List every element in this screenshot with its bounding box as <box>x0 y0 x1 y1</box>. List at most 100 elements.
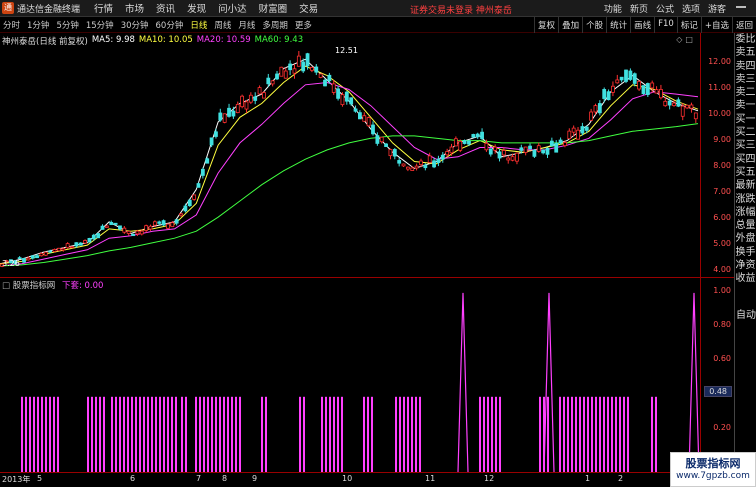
candle-body <box>35 255 39 259</box>
chart-window-icons[interactable]: ◇□ <box>676 35 696 44</box>
side-item[interactable]: 买三 <box>735 139 756 152</box>
menu-discover[interactable]: 发现 <box>187 1 206 15</box>
quote-side-panel: 委比 卖五 卖四 卖三 卖二 卖一 买一 买二 买三 买四 买五 最新 涨跌 涨… <box>734 33 756 487</box>
candle-body <box>645 83 650 95</box>
side-item[interactable]: 买二 <box>735 126 756 139</box>
candle-body <box>366 117 371 127</box>
minimize-icon[interactable] <box>736 6 746 8</box>
tool-overlay[interactable]: 叠加 <box>558 17 582 33</box>
candle-body <box>519 147 524 151</box>
menu-trade[interactable]: 交易 <box>299 1 318 15</box>
candle-body <box>545 147 550 155</box>
candle-body <box>401 163 406 167</box>
date-label: 11 <box>425 474 436 483</box>
menu-ask[interactable]: 问小达 <box>218 1 247 15</box>
side-item[interactable]: 买四 <box>735 153 756 166</box>
tool-f10[interactable]: F10 <box>654 17 677 33</box>
auto-button[interactable]: 自动 <box>735 306 756 321</box>
candle-body <box>493 146 498 151</box>
indicator-name: 股票指标网 <box>12 281 56 291</box>
candle-body <box>126 230 131 234</box>
indicator-chart[interactable]: □ 股票指标网 下套: 0.00 <box>0 278 700 473</box>
candle-body <box>606 91 611 101</box>
side-item[interactable]: 涨幅 <box>735 206 756 219</box>
candle-body <box>449 146 454 154</box>
menu-market-quotes[interactable]: 行情 <box>94 1 113 15</box>
side-item[interactable]: 总量 <box>735 219 756 232</box>
tool-draw[interactable]: 画线 <box>630 17 654 33</box>
ma10-line <box>0 65 699 265</box>
candle-body <box>78 242 83 246</box>
menu-new-page[interactable]: 新页 <box>630 2 648 15</box>
candle-body <box>362 115 367 122</box>
menu-guest[interactable]: 游客 <box>708 2 726 15</box>
candle-body <box>305 53 310 67</box>
candle-body <box>104 225 109 228</box>
candle-body <box>637 81 642 90</box>
candle-body <box>445 151 450 156</box>
side-item[interactable]: 外盘 <box>735 232 756 245</box>
candle-body <box>292 68 297 74</box>
side-item[interactable]: 换手 <box>735 246 756 259</box>
menu-options[interactable]: 选项 <box>682 2 700 15</box>
candle-body <box>344 91 349 102</box>
price-tick: 9.00 <box>713 135 731 144</box>
menu-wealth-circle[interactable]: 财富圈 <box>259 1 288 15</box>
period-5min[interactable]: 5分钟 <box>56 19 78 31</box>
candle-body <box>371 124 375 135</box>
candle-body <box>488 148 493 155</box>
candle-body <box>22 258 26 263</box>
side-item[interactable]: 净资 <box>735 259 756 272</box>
candle-body <box>680 105 685 117</box>
period-multi[interactable]: 多周期 <box>262 19 288 31</box>
menu-formula[interactable]: 公式 <box>656 2 674 15</box>
indicator-tick: 1.00 <box>713 286 731 295</box>
candle-body <box>685 104 689 109</box>
period-30min[interactable]: 30分钟 <box>121 19 149 31</box>
candle-body <box>200 168 205 176</box>
period-15min[interactable]: 15分钟 <box>86 19 114 31</box>
price-chart[interactable]: 神州泰岳(日线 前复权) MA5: 9.98 MA10: 10.05 MA20:… <box>0 33 700 278</box>
period-intraday[interactable]: 分时 <box>3 19 20 31</box>
side-item[interactable]: 卖五 <box>735 46 756 59</box>
indicator-tick: 0.60 <box>713 354 731 363</box>
period-monthly[interactable]: 月线 <box>238 19 255 31</box>
period-more[interactable]: 更多 <box>295 19 312 31</box>
indicator-close-icon[interactable]: □ <box>2 281 10 291</box>
tool-mark[interactable]: 标记 <box>676 17 701 33</box>
candle-body <box>43 251 48 256</box>
menu-functions[interactable]: 功能 <box>604 2 622 15</box>
candle-body <box>597 103 602 114</box>
date-label: 9 <box>252 474 258 483</box>
tool-adjust[interactable]: 复权 <box>534 17 558 33</box>
right-menu: 功能 新页 公式 选项 游客 <box>604 2 726 15</box>
period-1min[interactable]: 1分钟 <box>27 19 49 31</box>
side-item[interactable]: 买一 <box>735 113 756 126</box>
period-60min[interactable]: 60分钟 <box>156 19 184 31</box>
period-weekly[interactable]: 周线 <box>214 19 231 31</box>
period-daily[interactable]: 日线 <box>190 19 207 31</box>
candle-body <box>388 149 393 157</box>
watermark-logo: 股票指标网 www.7gpzb.com <box>670 452 756 487</box>
side-item[interactable]: 卖一 <box>735 99 756 112</box>
candle-body <box>515 152 519 162</box>
side-item[interactable]: 涨跌 <box>735 193 756 206</box>
tool-back[interactable]: 返回 <box>731 17 756 33</box>
candle-body <box>689 104 694 109</box>
candle-body <box>353 108 358 112</box>
side-item[interactable]: 卖三 <box>735 73 756 86</box>
tool-add-watchlist[interactable]: +自选 <box>700 17 732 33</box>
menu-news[interactable]: 资讯 <box>156 1 175 15</box>
ma60-label: MA60: 9.43 <box>254 35 304 45</box>
menu-market[interactable]: 市场 <box>125 1 144 15</box>
side-item[interactable]: 收益 <box>735 272 756 285</box>
side-item[interactable]: 卖二 <box>735 86 756 99</box>
login-notice[interactable]: 证券交易未登录 神州泰岳 <box>410 3 512 16</box>
side-item[interactable]: 最新 <box>735 179 756 192</box>
side-item[interactable]: 卖四 <box>735 60 756 73</box>
side-item[interactable]: 买五 <box>735 166 756 179</box>
tool-stats[interactable]: 统计 <box>606 17 630 33</box>
candle-body <box>96 233 101 239</box>
tool-stock[interactable]: 个股 <box>582 17 606 33</box>
side-item[interactable]: 委比 <box>735 33 756 46</box>
